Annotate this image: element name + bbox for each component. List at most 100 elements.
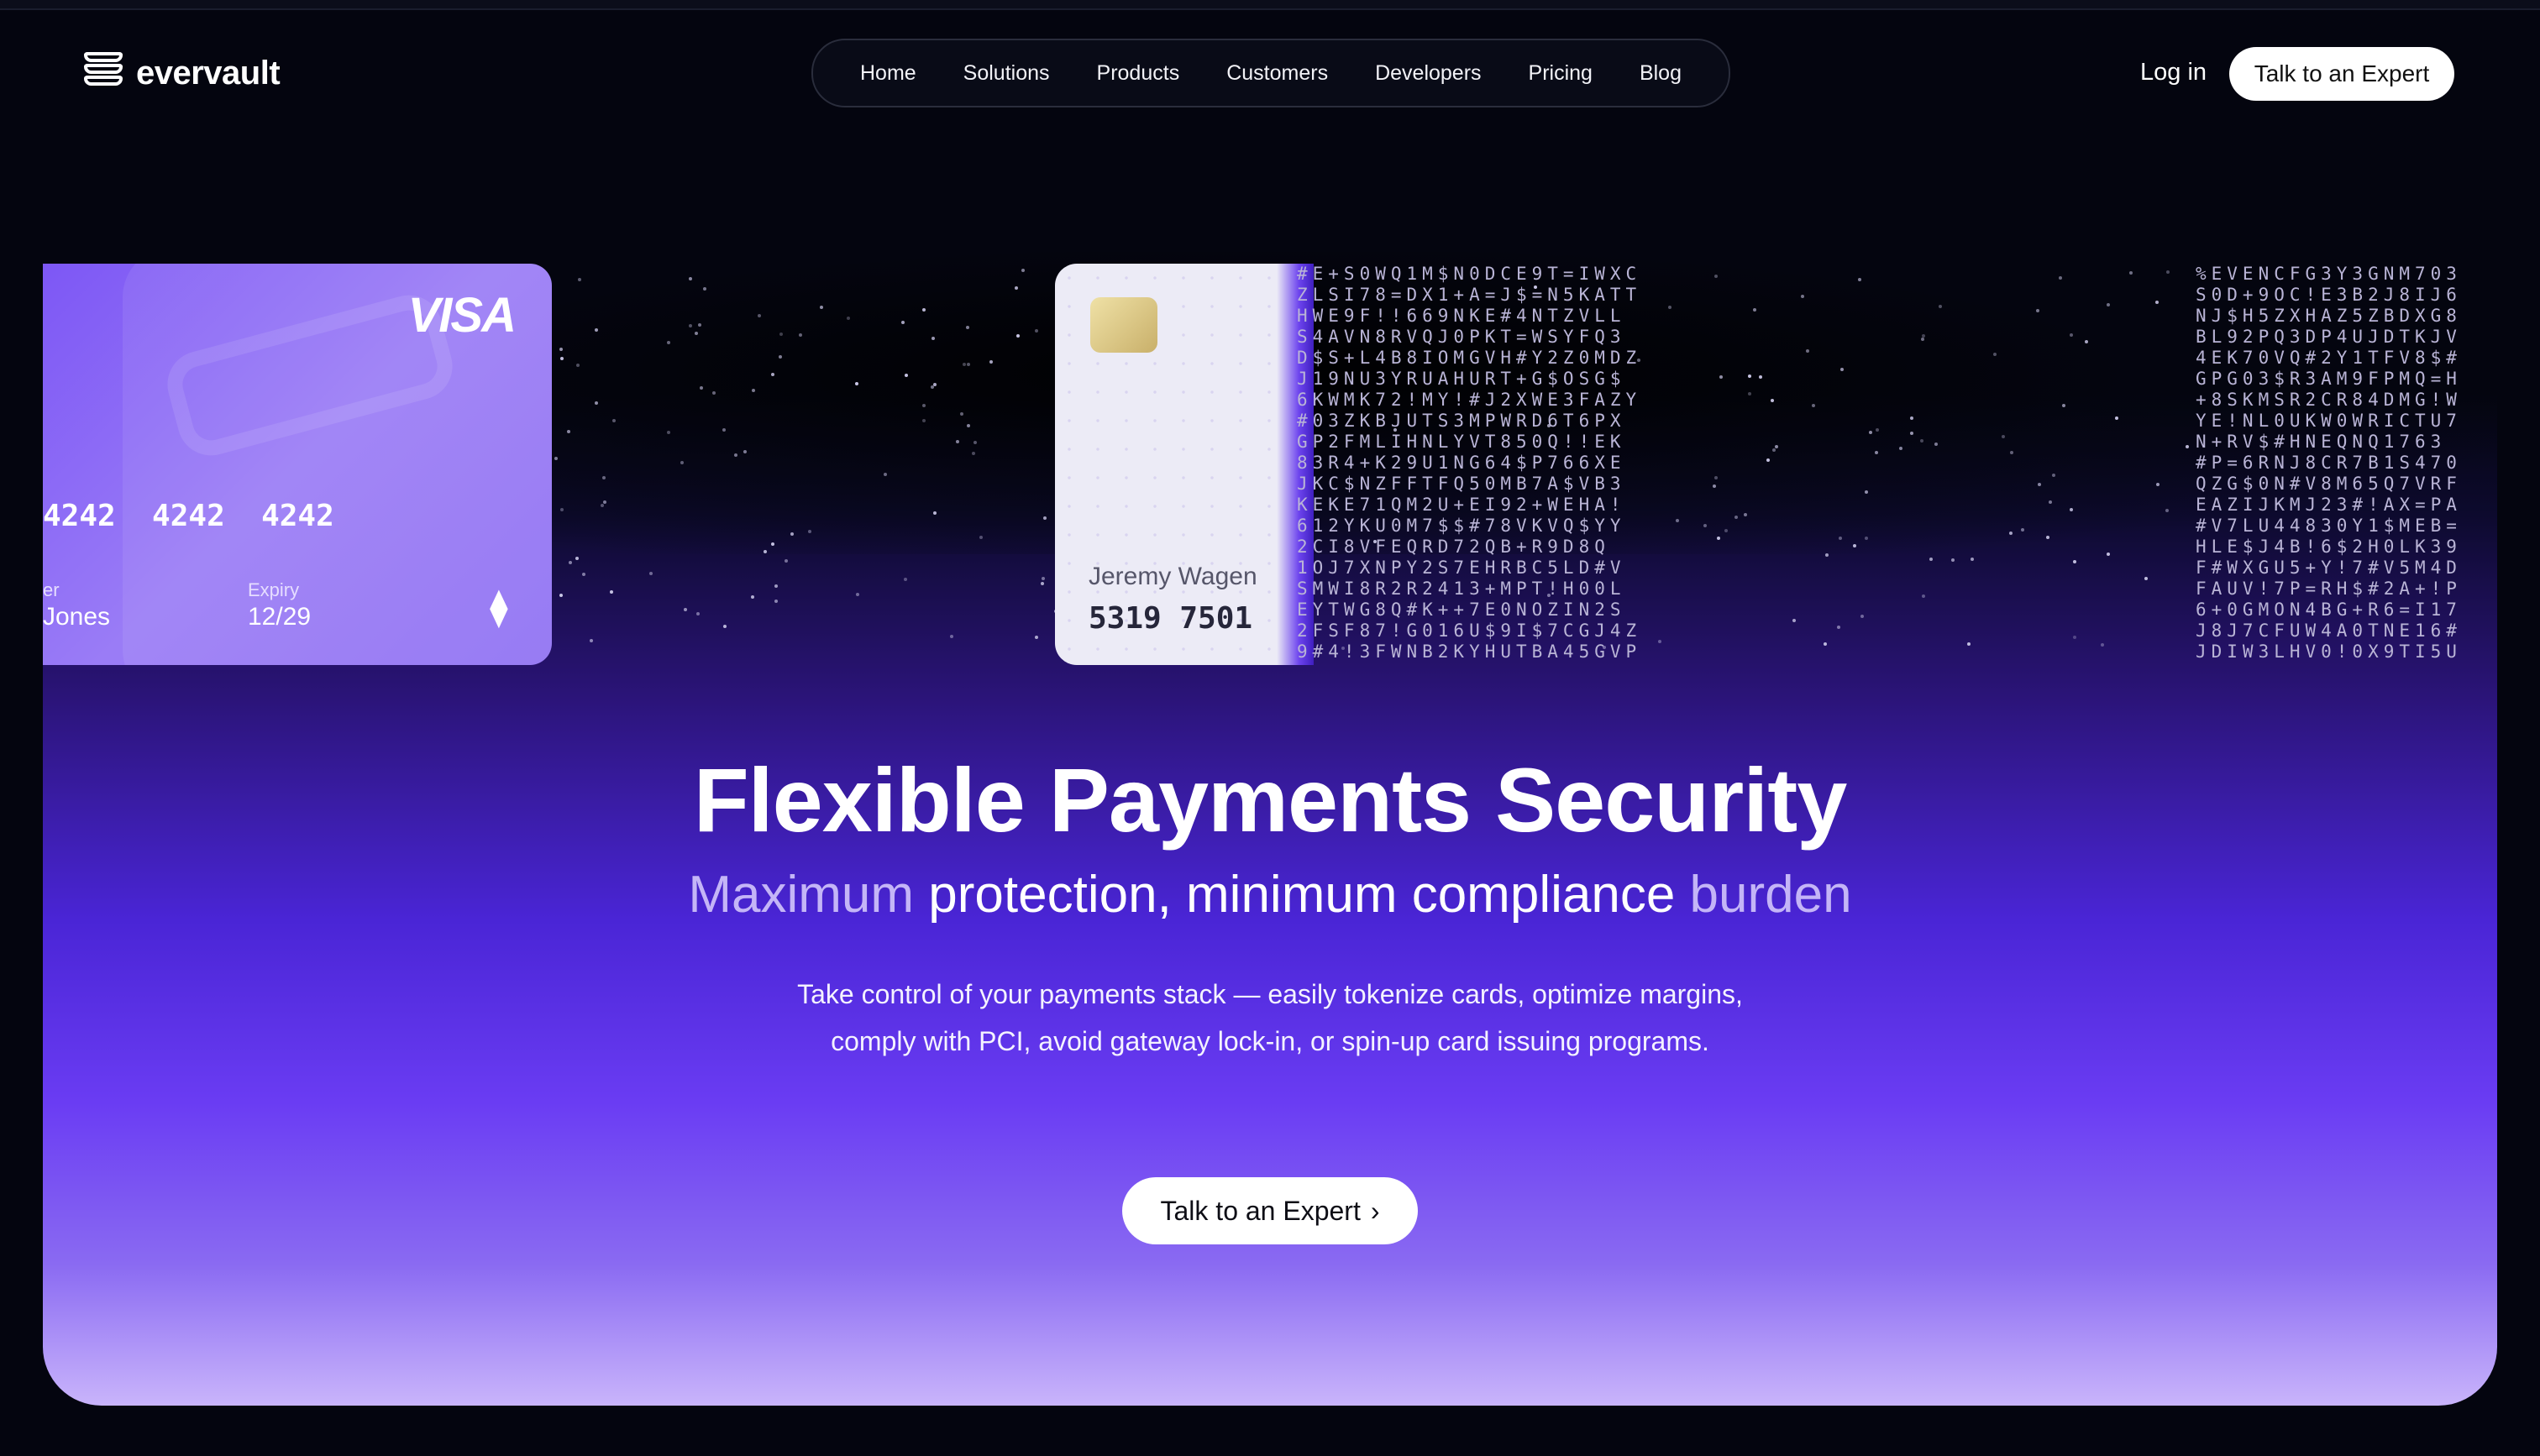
particle-dot [567,429,571,433]
particle-dot [751,594,755,599]
particle-dot [2144,577,2149,581]
particle-dot [559,347,563,351]
particle-dot [799,333,802,337]
particle-dot [1934,443,1939,447]
nav-products[interactable]: Products [1073,61,1204,86]
particle-dot [1016,334,1021,338]
particle-dot [1771,399,1775,403]
talk-to-expert-button-header[interactable]: Talk to an Expert [2229,47,2454,101]
cardholder-name: Jeremy Wagen [1089,563,1257,590]
particle-dot [2165,270,2170,275]
particle-dot [2038,482,2042,486]
particle-dot [1806,349,1810,354]
particle-dot [667,340,671,344]
particle-dot [1811,404,1815,408]
particle-dot [577,277,581,281]
particle-dot [722,624,727,628]
particle-dot [649,572,653,576]
nav-pricing[interactable]: Pricing [1505,61,1616,86]
particle-dot [1719,375,1724,380]
cardholder-name: Jones [43,603,111,631]
subtitle-part-3: burden [1689,866,1852,924]
particle-dot [921,404,926,408]
chevron-right-icon: › [1370,1195,1380,1226]
particle-dot [1922,594,1926,598]
top-border [0,0,2540,10]
encrypted-text-middle: #E+S0WQ1M$N0DCE9T=IWXC ZLSI78=DX1+A=J$=N… [1297,264,1642,662]
particle-dot [590,639,594,643]
cta-label: Talk to an Expert [1160,1195,1361,1226]
particle-dot [667,430,671,434]
particle-dot [554,457,559,461]
particle-dot [2185,444,2189,448]
particle-dot [722,427,726,432]
particle-dot [1919,438,1923,443]
particle-dot [602,500,606,505]
particle-dot [1713,484,1717,489]
particle-dot [779,332,783,336]
talk-to-expert-button[interactable]: Talk to an Expert › [1122,1177,1418,1244]
particle-dot [2020,528,2024,532]
particle-dot [973,440,977,444]
particle-dot [932,511,937,515]
particle-dot [2155,483,2160,487]
particle-dot [733,453,737,457]
particle-dot [1041,581,1044,585]
particle-dot [820,305,824,309]
particle-dot [1035,328,1039,333]
particle-dot [2009,531,2013,535]
particle-dot [1748,374,1752,378]
particle-dot [771,542,775,547]
login-link[interactable]: Log in [2140,59,2207,86]
nav-customers[interactable]: Customers [1203,61,1351,86]
visa-logo: VISA [407,288,517,343]
particle-dot [884,472,888,476]
particle-dot [1734,516,1739,520]
particle-dot [2069,507,2073,511]
particle-dot [743,449,747,453]
contactless-icon: ⧫ [490,587,508,628]
particle-dot [2058,275,2062,280]
evervault-logo-icon [84,52,123,94]
encrypted-text-right: %EVENCFG3Y3GNM703 S0D+9OC!E3B2J8IJ6 NJ$H… [2196,264,2462,662]
brand-name: evervault [136,54,281,92]
particle-dot [1043,516,1047,521]
particle-dot [931,336,935,340]
particle-dot [2084,339,2088,343]
particle-dot [962,363,966,367]
particle-dot [2045,535,2049,539]
nav-blog[interactable]: Blog [1616,61,1705,86]
particle-dot [1772,448,1776,452]
particle-dot [1753,308,1757,312]
particle-dot [711,391,716,395]
particle-dot [581,572,585,576]
particle-dot [1021,269,1026,272]
nav-developers[interactable]: Developers [1351,61,1504,86]
particle-dot [1825,553,1829,557]
particle-dot [1971,557,1975,561]
particle-dot [979,535,984,539]
particle-dot [702,286,706,291]
particle-dot [1775,444,1779,448]
subtitle-part-1: Maximum [688,866,915,924]
particle-dot [694,332,698,336]
particle-dot [847,317,851,321]
particle-dot [921,419,926,423]
particle-dot [904,374,908,378]
particle-dot [1703,523,1707,527]
particle-dot [959,412,963,416]
particle-dot [1876,427,1880,432]
brand-logo[interactable]: evervault [84,52,281,94]
particle-dot [2070,333,2074,338]
hero-title: Flexible Payments Security [693,749,1848,851]
encrypting-card: Jeremy Wagen 5319 7501 [1055,264,1299,665]
particle-dot [764,550,768,554]
nav-home[interactable]: Home [837,61,940,86]
particle-dot [1759,374,1763,379]
particle-dot [1766,458,1771,463]
particle-dot [1015,286,1019,291]
particle-dot [1713,274,1718,278]
particle-dot [900,320,905,324]
nav-solutions[interactable]: Solutions [940,61,1073,86]
particle-dot [1868,430,1872,434]
